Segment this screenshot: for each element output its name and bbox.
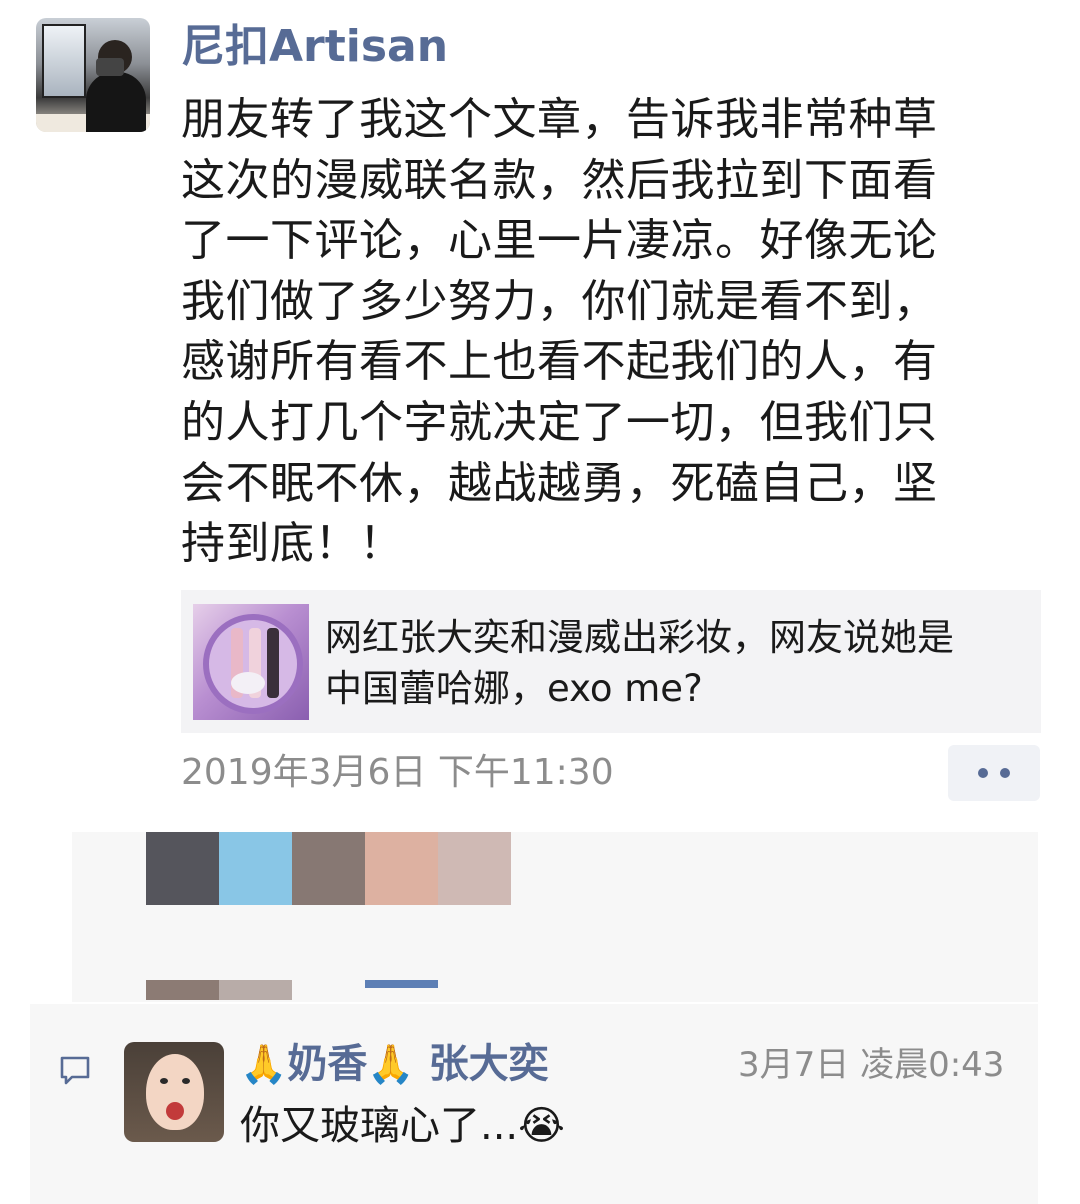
article-title: 网红张大奕和漫威出彩妆，网友说她是 中国蕾哈娜，exo me? [325,612,954,714]
post-text: 朋友转了我这个文章，告诉我非常种草 这次的漫威联名款，然后我拉到下面看 了一下评… [181,90,1041,575]
more-dot-icon [978,768,988,778]
censor-pixel [219,980,292,1000]
post-text-line: 感谢所有看不上也看不起我们的人，有 [181,336,938,388]
censor-pixel [292,832,365,905]
censor-pixel [146,832,219,905]
censor-pixel [365,832,438,905]
comment-target-name[interactable]: 张大奕 [429,1041,549,1087]
censored-likes-region [72,832,1038,1002]
censor-pixel [438,832,511,905]
censor-pixel [365,980,438,988]
post-text-line: 朋友转了我这个文章，告诉我非常种草 [181,94,938,145]
avatar-window-detail [42,24,86,98]
more-dot-icon [1000,768,1010,778]
censor-pixel [146,980,219,1000]
post-text-line: 持到底！！ [181,518,404,570]
article-thumbnail [193,604,309,720]
comment-icon [60,1056,90,1085]
avatar-eye-detail [182,1078,190,1084]
comment-time: 3月7日 凌晨0:43 [738,1045,1005,1085]
post-timestamp: 2019年3月6日 下午11:30 [181,752,614,793]
post-text-line: 这次的漫威联名款，然后我拉到下面看 [181,154,938,206]
commenter-name[interactable]: 奶香 [287,1041,367,1087]
post-text-line: 的人打几个字就决定了一切，但我们只 [181,396,938,448]
comment-names[interactable]: 🙏奶香🙏 张大奕 [240,1036,549,1092]
crying-face-icon: 😭 [518,1103,565,1149]
thumbnail-lipstick-detail [267,628,279,698]
shared-article-card[interactable]: 网红张大奕和漫威出彩妆，网友说她是 中国蕾哈娜，exo me? [181,590,1041,733]
comment-body: 你又玻璃心了... [240,1103,519,1149]
post-text-line: 我们做了多少努力，你们就是看不到， [181,275,938,327]
post-text-line: 了一下评论，心里一片凄凉。好像无论 [181,215,938,267]
avatar-mouth-detail [166,1102,184,1120]
avatar-eye-detail [160,1078,168,1084]
avatar-person-body [86,72,146,132]
praying-hands-icon: 🙏 [240,1042,288,1086]
censor-pixel [219,832,292,905]
comment-text: 你又玻璃心了...😭 [240,1098,565,1154]
post-author-name[interactable]: 尼扣Artisan [181,18,448,76]
camera-icon [96,58,124,76]
more-options-button[interactable] [948,745,1040,801]
article-title-line: 中国蕾哈娜，exo me? [325,667,703,710]
praying-hands-icon: 🙏 [367,1042,415,1086]
post-author-avatar[interactable] [36,18,150,132]
article-title-line: 网红张大奕和漫威出彩妆，网友说她是 [325,616,954,659]
thumbnail-mirror-detail [231,672,265,694]
post-text-line: 会不眠不休，越战越勇，死磕自己，坚 [181,457,938,509]
commenter-avatar[interactable] [124,1042,224,1142]
